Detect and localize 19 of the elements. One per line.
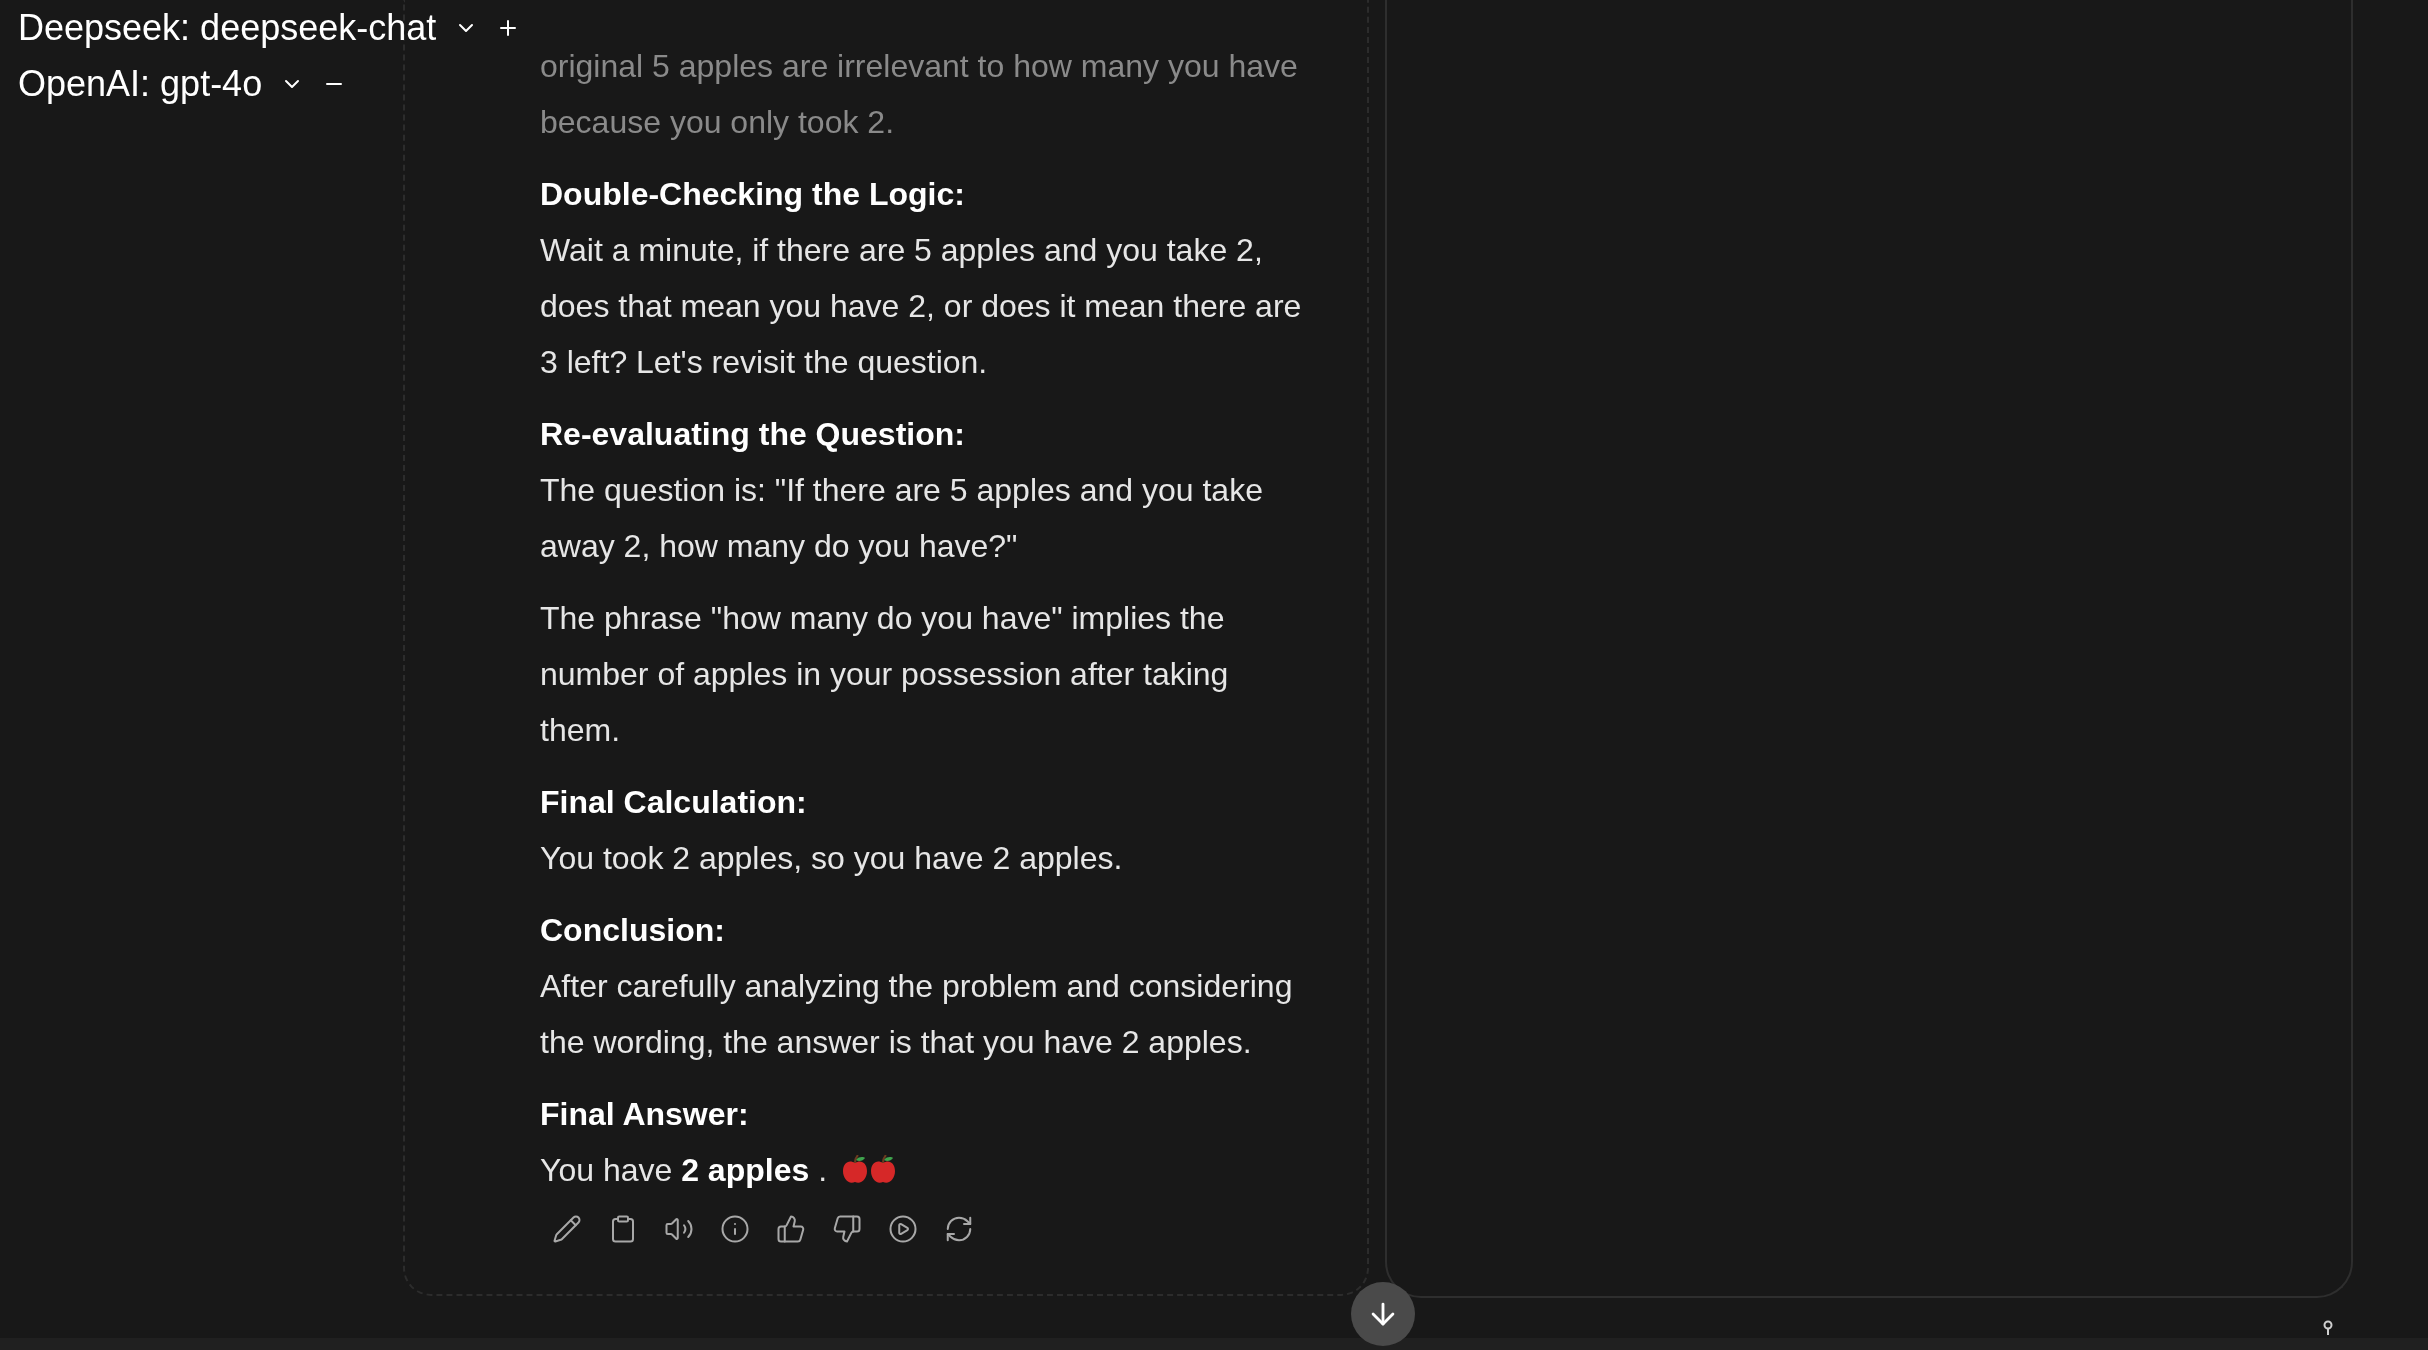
message-text: After carefully analyzing the problem and considering the wording, the answer is that you have 2 apples. — [540, 967, 1294, 1062]
section-heading: Conclusion: — [540, 911, 726, 950]
section-heading: Re-evaluating the Question: — [540, 415, 966, 454]
message-text: You took 2 apples, so you have 2 apples. — [540, 839, 1124, 878]
answer-text: You have 2 apples . — [540, 1151, 827, 1190]
message-text: because you only took 2. — [540, 103, 895, 142]
message-text: The phrase "how many do you have" implies the number of apples in your possession after taking them. — [540, 599, 1230, 750]
pin-icon — [2322, 1320, 2334, 1336]
section-heading: Final Calculation: — [540, 783, 808, 822]
message-text: original 5 apples are irrelevant to how many you have — [540, 47, 1299, 86]
model-name[interactable]: Deepseek: deepseek-chat — [18, 1, 437, 55]
scroll-down-button[interactable] — [1351, 1282, 1415, 1346]
model-name[interactable]: OpenAI: gpt-4o — [18, 57, 263, 111]
section-heading: Double-Checking the Logic: — [540, 175, 966, 214]
section-heading: Final Answer: — [540, 1095, 750, 1134]
message-text: Wait a minute, if there are 5 apples and you take 2, does that mean you have 2, or does it mean there are 3 left? Let's revisit the question. — [540, 231, 1303, 382]
message-text: The question is: "If there are 5 apples and you take away 2, how many do you have?" — [540, 471, 1264, 566]
apple-icon — [869, 1155, 897, 1185]
apple-icon — [841, 1155, 869, 1185]
